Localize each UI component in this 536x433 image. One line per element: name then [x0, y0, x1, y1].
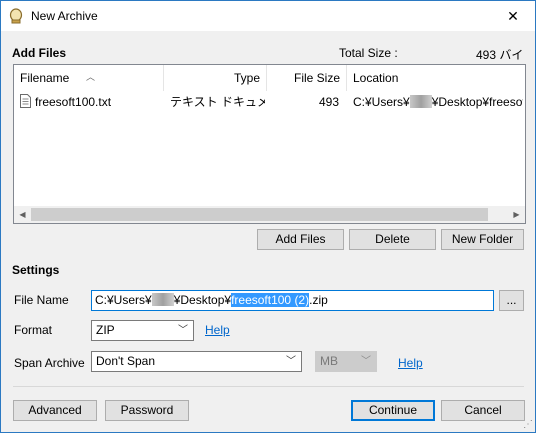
file-name-label: File Name	[14, 293, 69, 307]
file-location-cell: C:¥Users¥ ¥Desktop¥freesoft	[353, 91, 523, 113]
scroll-right-icon[interactable]: ▶	[508, 206, 525, 223]
location-prefix: C:¥Users¥	[353, 95, 410, 109]
column-file-size[interactable]: File Size	[267, 65, 347, 91]
continue-button[interactable]: Continue	[351, 400, 435, 421]
cancel-button[interactable]: Cancel	[441, 400, 525, 421]
redacted-username	[151, 293, 174, 306]
file-list-header: ︿ Filename Type File Size Location	[14, 65, 525, 91]
add-files-button-label: Add Files	[275, 232, 326, 246]
browse-button[interactable]: ...	[499, 290, 524, 311]
file-name-path-mid: ¥Desktop¥	[173, 293, 232, 307]
span-archive-select-value: Don't Span	[96, 354, 155, 368]
file-name-extension: .zip	[309, 293, 328, 307]
format-label: Format	[14, 323, 53, 337]
scrollbar-thumb[interactable]	[31, 208, 488, 221]
total-size-label: Total Size :	[339, 46, 398, 60]
chevron-down-icon: ﹀	[361, 356, 371, 367]
chevron-down-icon: ﹀	[178, 325, 188, 336]
file-name-path-prefix: C:¥Users¥	[95, 293, 152, 307]
window-title: New Archive	[31, 9, 98, 23]
file-list[interactable]: ︿ Filename Type File Size Location frees…	[13, 64, 526, 224]
delete-button[interactable]: Delete	[349, 229, 436, 250]
new-archive-dialog: New Archive ✕ Add Files Total Size : 493…	[0, 0, 536, 433]
column-file-size-label: File Size	[293, 71, 340, 85]
span-archive-select[interactable]: Don't Span ﹀	[91, 351, 302, 372]
resize-grip-icon[interactable]: ⋰	[523, 419, 533, 430]
format-select-value: ZIP	[96, 323, 115, 337]
column-location-label: Location	[353, 71, 399, 85]
file-row-filename[interactable]: freesoft100.txt	[20, 91, 164, 113]
archive-app-icon	[9, 8, 23, 24]
column-type-label: Type	[233, 71, 260, 85]
continue-button-label: Continue	[368, 403, 418, 417]
cancel-button-label: Cancel	[464, 403, 502, 417]
new-folder-button-label: New Folder	[451, 232, 514, 246]
browse-button-label: ...	[506, 293, 517, 307]
password-button-label: Password	[120, 403, 174, 417]
column-type[interactable]: Type	[164, 65, 267, 91]
span-help-link[interactable]: Help	[398, 356, 423, 370]
horizontal-scrollbar[interactable]: ◀ ▶	[14, 206, 525, 223]
sort-up-icon: ︿	[86, 72, 96, 82]
advanced-button[interactable]: Advanced	[13, 400, 97, 421]
close-icon[interactable]: ✕	[491, 1, 535, 31]
file-name-cell: freesoft100.txt	[35, 95, 112, 109]
chevron-down-icon: ﹀	[286, 356, 296, 367]
span-archive-label: Span Archive	[14, 356, 85, 370]
settings-heading: Settings	[12, 263, 60, 277]
file-name-selected-text: freesoft100 (2)	[231, 293, 310, 307]
advanced-button-label: Advanced	[28, 403, 82, 417]
location-suffix: ¥Desktop¥freesoft	[431, 95, 523, 109]
footer-divider	[13, 386, 524, 387]
new-folder-button[interactable]: New Folder	[441, 229, 524, 250]
column-filename[interactable]: ︿ Filename	[14, 65, 164, 91]
column-filename-label: Filename	[20, 71, 70, 85]
text-file-icon	[20, 94, 31, 108]
format-select[interactable]: ZIP ﹀	[91, 320, 194, 341]
span-unit-select-value: MB	[320, 354, 338, 368]
add-files-button[interactable]: Add Files	[257, 229, 344, 250]
file-name-input[interactable]: C:¥Users¥ ¥Desktop¥freesoft100 (2).zip	[91, 290, 494, 311]
file-type-cell: テキスト ドキュメ...	[170, 95, 265, 109]
column-location[interactable]: Location	[347, 65, 525, 91]
scroll-left-icon[interactable]: ◀	[14, 206, 31, 223]
redacted-username	[409, 95, 432, 108]
title-bar: New Archive ✕	[1, 1, 535, 31]
format-help-link[interactable]: Help	[205, 323, 230, 337]
span-unit-select: MB ﹀	[315, 351, 377, 372]
delete-button-label: Delete	[375, 232, 410, 246]
password-button[interactable]: Password	[105, 400, 189, 421]
add-files-heading: Add Files	[12, 46, 67, 60]
file-size-cell: 493	[318, 95, 339, 109]
